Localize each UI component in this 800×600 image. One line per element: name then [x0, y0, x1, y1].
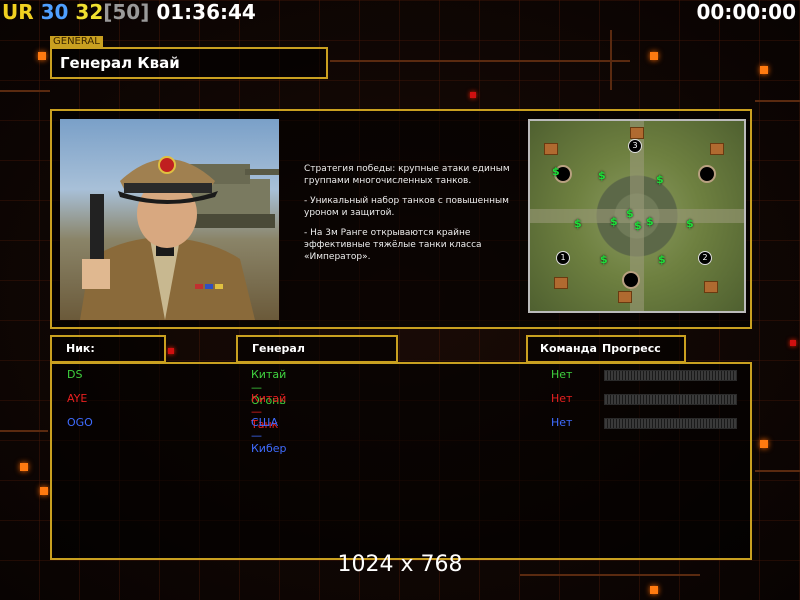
red-light: [470, 92, 476, 98]
red-light: [790, 340, 796, 346]
supply-icon: $: [610, 215, 618, 228]
map-base: [618, 291, 632, 303]
map-base: [704, 281, 718, 293]
general-portrait: [60, 119, 279, 320]
supply-icon: $: [686, 217, 694, 230]
player-nick: OGO: [67, 416, 93, 429]
nick-header-label: Ник:: [66, 342, 95, 355]
game-timer: 00:00:00: [696, 0, 797, 24]
trace: [610, 30, 612, 90]
red-light: [168, 348, 174, 354]
supply-icon: $: [574, 217, 582, 230]
general-header-label: Генерал: [252, 342, 305, 355]
supply-icon: $: [634, 219, 642, 232]
description-line: Стратегия победы: крупные атаки единым г…: [304, 164, 510, 186]
supply-icon: $: [656, 173, 664, 186]
glow-light: [38, 52, 46, 60]
start-position-2[interactable]: 2: [698, 251, 712, 265]
glow-light: [40, 487, 48, 495]
player-list: DS Китай — Огонь Нет AYE Китай — Танк Не…: [50, 362, 752, 560]
map-crater: [698, 165, 716, 183]
hud-part: 01:36:44: [149, 0, 256, 24]
glow-light: [760, 66, 768, 74]
minimap[interactable]: 3 1 2 $ $ $ $ $ $ $ $ $ $ $: [528, 119, 746, 313]
player-team: Нет: [551, 416, 573, 429]
glow-light: [650, 586, 658, 594]
glow-light: [20, 463, 28, 471]
supply-icon: $: [646, 215, 654, 228]
progress-bar: [604, 394, 737, 405]
start-position-3[interactable]: 3: [628, 139, 642, 153]
general-title-box: Генерал Квай: [50, 47, 328, 79]
column-header-team-progress: Команда Прогресс: [526, 335, 686, 363]
trace: [0, 430, 48, 432]
trace: [330, 60, 630, 62]
hud-part: UR: [2, 0, 34, 24]
supply-icon: $: [658, 253, 666, 266]
trace: [755, 470, 800, 472]
supply-icon: $: [600, 253, 608, 266]
player-team: Нет: [551, 392, 573, 405]
description-line: - На 3м Ранге открываются крайне эффекти…: [304, 228, 482, 262]
trace: [755, 100, 800, 102]
column-header-nick: Ник:: [50, 335, 166, 363]
glow-light: [650, 52, 658, 60]
hud-part: 30: [33, 0, 69, 24]
team-header-label: Команда: [540, 342, 597, 355]
map-crater: [622, 271, 640, 289]
progress-header-label: Прогресс: [602, 342, 661, 355]
player-team: Нет: [551, 368, 573, 381]
map-base: [710, 143, 724, 155]
player-nick: AYE: [67, 392, 88, 405]
general-info-panel: Стратегия победы: крупные атаки единым г…: [50, 109, 752, 329]
map-base: [544, 143, 558, 155]
general-name: Генерал Квай: [60, 54, 180, 72]
map-base: [630, 127, 644, 139]
map-base: [554, 277, 568, 289]
progress-bar: [604, 370, 737, 381]
column-header-general: Генерал: [236, 335, 398, 363]
general-description: Стратегия победы: крупные атаки единым г…: [304, 163, 529, 271]
hud-part: [50]: [103, 0, 150, 24]
glow-light: [760, 440, 768, 448]
start-position-1[interactable]: 1: [556, 251, 570, 265]
supply-icon: $: [598, 169, 606, 182]
hud-part: 32: [68, 0, 104, 24]
resolution-label: 1024 x 768: [337, 552, 463, 577]
hud-stats: UR 30 32[50] 01:36:44: [2, 0, 256, 24]
player-general: США — Кибер: [251, 416, 287, 455]
supply-icon: $: [552, 165, 560, 178]
trace: [0, 90, 50, 92]
progress-bar: [604, 418, 737, 429]
description-line: - Уникальный набор танков с повышенным у…: [304, 196, 509, 218]
supply-icon: $: [626, 207, 634, 220]
player-nick: DS: [67, 368, 83, 381]
